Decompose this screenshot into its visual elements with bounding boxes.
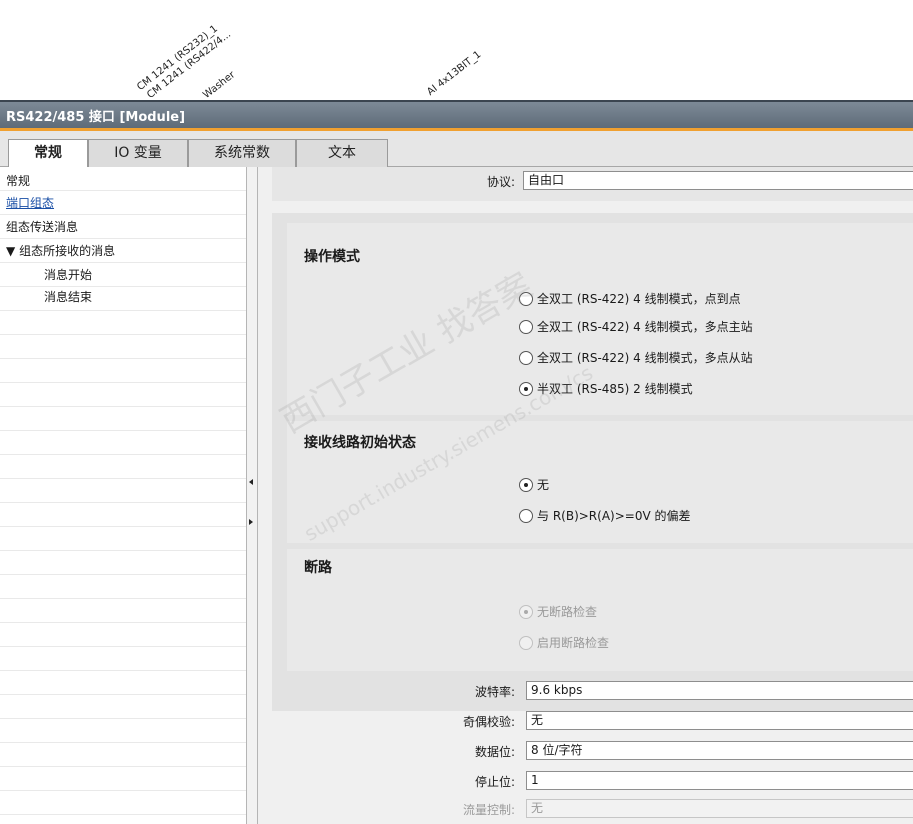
tab-texts[interactable]: 文本 [296, 139, 388, 167]
radio-receive-bias[interactable]: 与 R(B)>R(A)>=0V 的偏差 [519, 506, 690, 526]
inspector-title-bar: RS422/485 接口 [Module] [0, 100, 913, 128]
parity-field[interactable]: 无 [526, 711, 913, 730]
receive-line-title: 接收线路初始状态 [304, 435, 416, 451]
radio-label: 无断路检查 [537, 605, 598, 619]
expand-right-icon[interactable] [249, 519, 253, 525]
stop-bits-label: 停止位: [474, 775, 515, 789]
stop-bits-field[interactable]: 1 [526, 771, 913, 790]
radio-label: 无 [537, 478, 550, 492]
radio-enable-break-check[interactable]: 启用断路检查 [519, 633, 609, 653]
radio-full-duplex-slave[interactable]: 全双工 (RS-422) 4 线制模式，多点从站 [519, 348, 753, 368]
radio-circle[interactable] [519, 292, 533, 306]
radio-circle[interactable] [519, 478, 533, 492]
data-bits-label: 数据位: [474, 745, 515, 759]
device-label[interactable]: CM 1241 (RS232)_1 [135, 23, 220, 93]
device-labels-strip: CM 1241 (RS232)_1 CM 1241 (RS422/4... Wa… [0, 0, 913, 100]
radio-full-duplex-master[interactable]: 全双工 (RS-422) 4 线制模式，多点主站 [519, 317, 753, 337]
protocol-label: 协议: [486, 175, 515, 189]
radio-label: 全双工 (RS-422) 4 线制模式，多点从站 [537, 351, 753, 365]
nav-item-port-config[interactable]: 端口组态 [6, 195, 55, 212]
collapse-left-icon[interactable] [249, 479, 253, 485]
radio-label: 全双工 (RS-422) 4 线制模式，多点主站 [537, 320, 753, 334]
tab-bar: 常规 IO 变量 系统常数 文本 [0, 131, 913, 168]
properties-content: 协议: 自由口 操作模式 全双工 (RS-422) 4 线制模式，点到点 全双工… [258, 167, 913, 824]
protocol-field[interactable]: 自由口 [523, 171, 913, 190]
radio-label: 与 R(B)>R(A)>=0V 的偏差 [537, 509, 691, 523]
tab-system-constants[interactable]: 系统常数 [188, 139, 296, 167]
nav-item-transmit-config[interactable]: 组态传送消息 [6, 219, 78, 236]
nav-item-message-end[interactable]: 消息结束 [44, 289, 92, 306]
radio-full-duplex-p2p[interactable]: 全双工 (RS-422) 4 线制模式，点到点 [519, 289, 741, 309]
radio-no-break-check[interactable]: 无断路检查 [519, 602, 597, 622]
nav-item-label: 组态所接收的消息 [19, 244, 116, 258]
operating-mode-title: 操作模式 [304, 249, 360, 265]
radio-circle[interactable] [519, 509, 533, 523]
radio-circle[interactable] [519, 351, 533, 365]
nav-item-receive-config[interactable]: ▼ 组态所接收的消息 [6, 243, 115, 260]
radio-circle[interactable] [519, 605, 533, 619]
parity-label: 奇偶校验: [462, 715, 515, 729]
nav-item-message-start[interactable]: 消息开始 [44, 267, 92, 284]
device-label[interactable]: AI 4x13BIT_1 [425, 49, 483, 98]
break-title: 断路 [304, 560, 332, 576]
radio-circle[interactable] [519, 382, 533, 396]
radio-circle[interactable] [519, 636, 533, 650]
tab-general[interactable]: 常规 [8, 139, 88, 168]
radio-receive-none[interactable]: 无 [519, 475, 549, 495]
radio-circle[interactable] [519, 320, 533, 334]
radio-label: 启用断路检查 [537, 636, 610, 650]
baud-field[interactable]: 9.6 kbps [526, 681, 913, 700]
device-label[interactable]: Washer [201, 69, 237, 100]
tab-io-tags[interactable]: IO 变量 [88, 139, 188, 167]
data-bits-field[interactable]: 8 位/字符 [526, 741, 913, 760]
baud-label: 波特率: [474, 685, 515, 699]
panel-splitter[interactable] [246, 167, 258, 824]
radio-half-duplex-485[interactable]: 半双工 (RS-485) 2 线制模式 [519, 379, 693, 399]
radio-label: 全双工 (RS-422) 4 线制模式，点到点 [537, 292, 741, 306]
nav-item-general[interactable]: 常规 [6, 173, 30, 190]
flow-control-field[interactable]: 无 [526, 799, 913, 818]
expand-triangle-icon[interactable]: ▼ [6, 244, 15, 258]
flow-control-label: 流量控制: [462, 803, 515, 817]
window-title: RS422/485 接口 [Module] [6, 110, 186, 125]
radio-label: 半双工 (RS-485) 2 线制模式 [537, 382, 693, 396]
nav-tree: 常规 端口组态 组态传送消息 ▼ 组态所接收的消息 消息开始 消息结束 [0, 167, 246, 824]
